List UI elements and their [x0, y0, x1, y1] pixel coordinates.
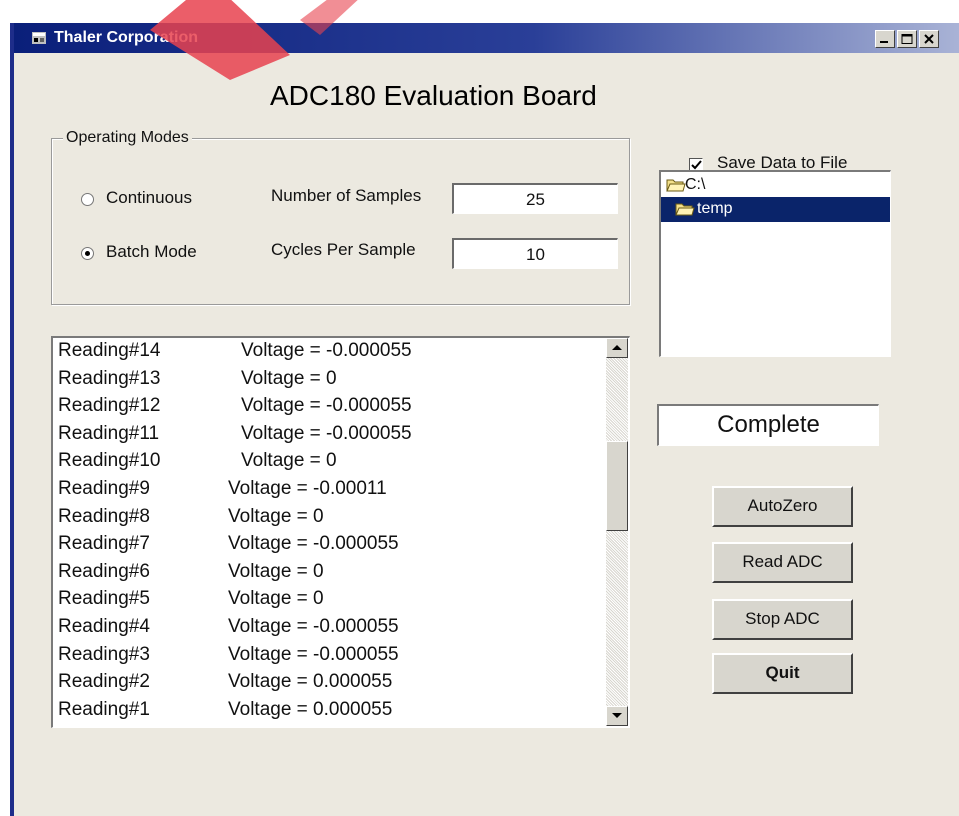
app-icon — [32, 32, 46, 44]
arrow-down-icon — [612, 713, 622, 718]
open-folder-icon — [675, 203, 695, 216]
batch-mode-label[interactable]: Batch Mode — [106, 242, 197, 262]
voltage-value: Voltage = -0.000055 — [241, 395, 412, 417]
scrollbar-thumb[interactable] — [606, 441, 628, 531]
reading-label: Reading#4 — [58, 616, 150, 637]
voltage-value: Voltage = -0.000055 — [228, 616, 399, 637]
voltage-value: Voltage = -0.00011 — [228, 478, 387, 499]
reading-label: Reading#2 — [58, 671, 150, 693]
scroll-down-button[interactable] — [606, 706, 628, 726]
directory-item-root[interactable]: C:\ — [661, 173, 890, 198]
voltage-value: Voltage = -0.000055 — [241, 422, 412, 444]
minimize-icon — [880, 41, 888, 43]
voltage-value: Voltage = 0 — [228, 505, 324, 527]
voltage-value: Voltage = 0.000055 — [228, 698, 393, 720]
voltage-value: Voltage = -0.000055 — [228, 533, 399, 555]
voltage-value: Voltage = -0.000055 — [241, 340, 412, 361]
directory-list[interactable]: C:\ temp — [659, 170, 891, 357]
reading-label: Reading#7 — [58, 533, 150, 555]
scroll-up-button[interactable] — [606, 338, 628, 358]
app-window: Thaler Corporation ADC180 Evaluation Boa… — [14, 23, 959, 816]
cycles-per-sample-label: Cycles Per Sample — [271, 240, 416, 259]
continuous-label[interactable]: Continuous — [106, 188, 192, 208]
close-button[interactable] — [919, 30, 939, 48]
number-of-samples-field[interactable]: 25 — [452, 183, 618, 214]
maximize-button[interactable] — [897, 30, 917, 48]
window-title: Thaler Corporation — [54, 29, 199, 46]
voltage-value: Voltage = 0 — [228, 560, 324, 582]
directory-label: C:\ — [685, 176, 706, 193]
page-title: ADC180 Evaluation Board — [270, 80, 597, 111]
reading-label: Reading#13 — [58, 367, 161, 389]
continuous-radio[interactable] — [81, 193, 94, 206]
directory-item-temp[interactable]: temp — [661, 197, 890, 222]
operating-modes-legend: Operating Modes — [63, 129, 192, 147]
batch-mode-radio[interactable] — [81, 247, 94, 260]
close-icon — [924, 34, 934, 44]
title-bar[interactable]: Thaler Corporation — [14, 23, 959, 53]
status-display: Complete — [657, 404, 879, 446]
arrow-up-icon — [612, 345, 622, 350]
reading-label: Reading#8 — [58, 505, 150, 527]
minimize-button[interactable] — [875, 30, 895, 48]
reading-label: Reading#1 — [58, 698, 150, 720]
reading-label: Reading#11 — [58, 422, 160, 444]
directory-label: temp — [697, 200, 733, 217]
quit-button[interactable]: Quit — [712, 653, 853, 694]
reading-label: Reading#6 — [58, 560, 150, 582]
voltage-value: Voltage = 0.000055 — [228, 671, 393, 693]
voltage-value: Voltage = 0 — [228, 588, 324, 610]
reading-label: Reading#9 — [58, 478, 150, 499]
reading-label: Reading#3 — [58, 643, 150, 665]
scrollbar-track[interactable] — [606, 338, 628, 726]
readings-list[interactable]: Reading#14 Voltage = -0.000055 Reading#13 V… — [51, 336, 630, 728]
maximize-icon — [901, 34, 913, 44]
open-folder-icon — [666, 179, 686, 192]
cycles-per-sample-field[interactable]: 10 — [452, 238, 618, 269]
reading-label: Reading#5 — [58, 588, 150, 610]
voltage-value: Voltage = 0 — [241, 367, 337, 389]
reading-label: Reading#14 — [58, 340, 161, 361]
stop-adc-button[interactable]: Stop ADC — [712, 599, 853, 640]
voltage-value: Voltage = -0.000055 — [228, 643, 399, 665]
autozero-button[interactable]: AutoZero — [712, 486, 853, 527]
readings-scrollbar[interactable] — [606, 338, 628, 726]
operating-modes-group — [51, 138, 630, 305]
reading-label: Reading#12 — [58, 395, 161, 417]
number-of-samples-label: Number of Samples — [271, 186, 422, 205]
reading-label: Reading#10 — [58, 450, 161, 472]
read-adc-button[interactable]: Read ADC — [712, 542, 853, 583]
voltage-value: Voltage = 0 — [241, 450, 337, 472]
